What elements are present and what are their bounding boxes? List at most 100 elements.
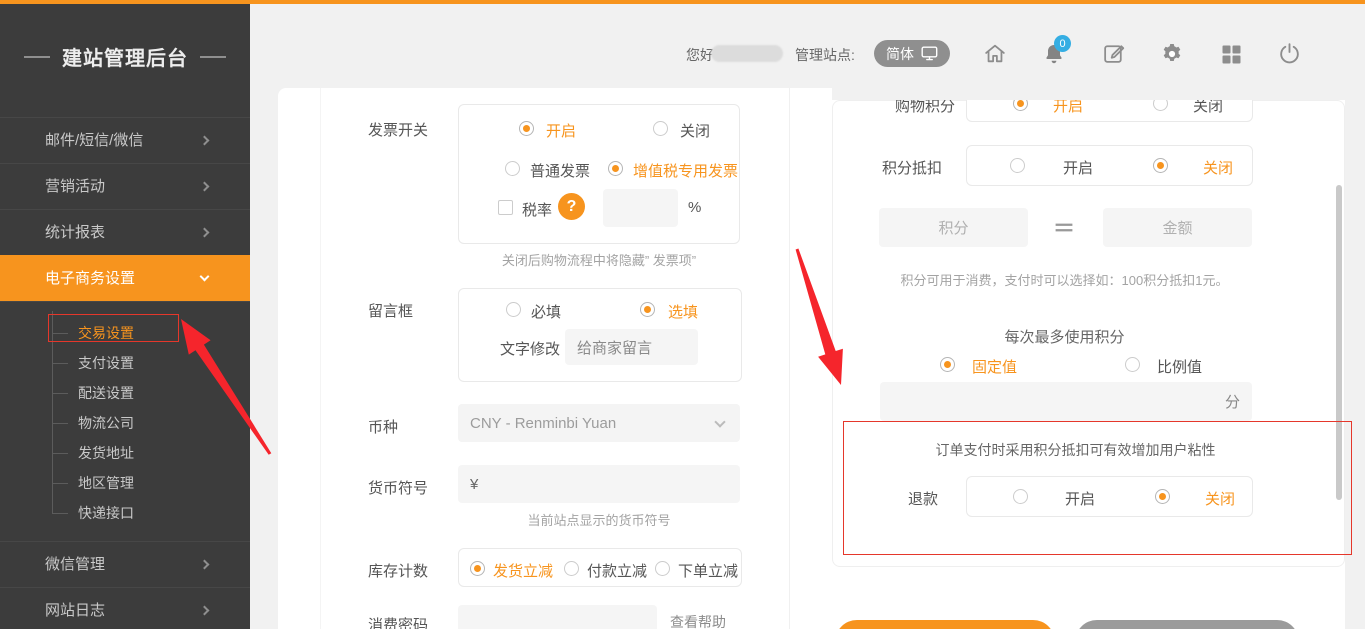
redacted-username — [711, 45, 783, 62]
points-deduct-on-label[interactable]: 开启 — [1063, 157, 1093, 178]
amount-input[interactable]: 金额 — [1103, 208, 1252, 247]
percent-sign: % — [688, 199, 701, 216]
sidebar-item-statistics[interactable]: 统计报表 — [0, 209, 250, 255]
tax-rate-input[interactable] — [603, 189, 678, 227]
points-deduct-off-radio[interactable] — [1153, 158, 1168, 173]
title-dash-right — [200, 56, 226, 58]
invoice-on-label[interactable]: 开启 — [546, 120, 576, 141]
sidebar-item-site-logs[interactable]: 网站日志 — [0, 587, 250, 629]
text-edit-label: 文字修改 — [500, 338, 560, 359]
invoice-hint: 关闭后购物流程中将隐藏” 发票项” — [458, 250, 740, 269]
sidebar-item-wechat-management[interactable]: 微信管理 — [0, 541, 250, 587]
points-usage-hint: 积分可用于消费，支付时可以选择如：100积分抵扣1元。 — [832, 270, 1297, 289]
points-switch-on-label[interactable]: 开启 — [1053, 100, 1083, 116]
language-switch-button[interactable]: 简体 — [874, 40, 950, 67]
points-deduct-off-label[interactable]: 关闭 — [1203, 157, 1233, 178]
max-points-title: 每次最多使用积分 — [832, 326, 1297, 347]
admin-page: 建站管理后台 邮件/短信/微信 营销活动 统计报表 电子商务设置 交易 — [0, 0, 1365, 629]
sidebar-subitem-delivery-settings[interactable]: 配送设置 — [78, 378, 250, 408]
sidebar-subitem-shipping-address[interactable]: 发货地址 — [78, 438, 250, 468]
inventory-pay-radio[interactable] — [564, 561, 579, 576]
currency-value: CNY - Renminbi Yuan — [470, 415, 616, 432]
consume-password-label: 消费密码 — [368, 614, 428, 629]
refund-off-radio[interactable] — [1155, 489, 1170, 504]
invoice-off-radio[interactable] — [653, 121, 668, 136]
message-text-input[interactable]: 给商家留言 — [565, 329, 698, 365]
invoice-switch-label: 发票开关 — [368, 119, 428, 140]
points-switch-off-label[interactable]: 关闭 — [1193, 100, 1223, 116]
points-switch-label: 购物积分 — [895, 100, 955, 116]
refund-label: 退款 — [908, 488, 938, 509]
consume-password-input[interactable] — [458, 605, 657, 629]
ratio-value-radio[interactable] — [1125, 357, 1140, 372]
invoice-on-radio[interactable] — [519, 121, 534, 136]
points-input[interactable]: 积分 — [879, 208, 1028, 247]
sidebar-subitem-payment-settings[interactable]: 支付设置 — [78, 348, 250, 378]
app-title: 建站管理后台 — [62, 42, 188, 71]
currency-symbol-label: 货币符号 — [368, 477, 428, 498]
sidebar: 建站管理后台 邮件/短信/微信 营销活动 统计报表 电子商务设置 交易 — [0, 4, 250, 629]
refund-off-label[interactable]: 关闭 — [1205, 488, 1235, 509]
vat-invoice-label[interactable]: 增值税专用发票 — [633, 160, 738, 181]
greeting-text: 您好 — [686, 45, 714, 65]
power-icon[interactable] — [1277, 41, 1302, 66]
sidebar-item-label: 网站日志 — [45, 602, 105, 619]
normal-invoice-label[interactable]: 普通发票 — [530, 160, 590, 181]
sidebar-subitem-logistics-company[interactable]: 物流公司 — [78, 408, 250, 438]
message-optional-radio[interactable] — [640, 302, 655, 317]
invoice-off-label[interactable]: 关闭 — [680, 120, 710, 141]
inventory-pay-label[interactable]: 付款立减 — [587, 560, 647, 581]
sidebar-subitem-express-api[interactable]: 快递接口 — [78, 498, 250, 528]
normal-invoice-radio[interactable] — [505, 161, 520, 176]
chevron-right-icon — [200, 182, 210, 192]
sidebar-item-mail-sms-wechat[interactable]: 邮件/短信/微信 — [0, 117, 250, 163]
inventory-order-radio[interactable] — [655, 561, 670, 576]
refund-on-label[interactable]: 开启 — [1065, 488, 1095, 509]
inner-left-divider — [320, 88, 321, 629]
fixed-value-radio[interactable] — [940, 357, 955, 372]
secondary-action-button[interactable] — [1075, 620, 1299, 629]
gear-icon[interactable] — [1160, 42, 1184, 66]
inventory-ship-radio[interactable] — [470, 561, 485, 576]
tax-rate-checkbox[interactable] — [498, 200, 513, 215]
monitor-icon — [921, 46, 938, 61]
currency-select[interactable]: CNY - Renminbi Yuan — [458, 404, 740, 442]
right-panel-top-gap — [832, 88, 1345, 100]
vat-invoice-radio[interactable] — [608, 161, 623, 176]
currency-symbol-input[interactable]: ¥ — [458, 465, 740, 503]
view-help-link[interactable]: 查看帮助 — [670, 612, 726, 629]
refund-on-radio[interactable] — [1013, 489, 1028, 504]
fixed-value-label[interactable]: 固定值 — [972, 356, 1017, 377]
help-question-icon[interactable]: ? — [558, 193, 585, 220]
inventory-order-label[interactable]: 下单立减 — [678, 560, 738, 581]
tax-rate-label[interactable]: 税率 — [522, 199, 552, 220]
sidebar-item-marketing[interactable]: 营销活动 — [0, 163, 250, 209]
inventory-ship-label[interactable]: 发货立减 — [493, 560, 553, 581]
points-switch-row-clipped: 购物积分 开启 关闭 — [832, 100, 1345, 124]
chevron-right-icon — [200, 136, 210, 146]
currency-symbol-hint: 当前站点显示的货币符号 — [458, 510, 740, 529]
title-dash-left — [24, 56, 50, 58]
apps-grid-icon[interactable] — [1219, 42, 1243, 66]
sidebar-item-ecommerce-settings[interactable]: 电子商务设置 — [0, 255, 250, 301]
chevron-right-icon — [200, 228, 210, 238]
home-icon[interactable] — [982, 41, 1008, 66]
sidebar-subitem-trade-settings[interactable]: 交易设置 — [78, 318, 250, 348]
chevron-right-icon — [200, 606, 210, 616]
message-required-label[interactable]: 必填 — [531, 301, 561, 322]
sidebar-subitem-region-management[interactable]: 地区管理 — [78, 468, 250, 498]
chevron-down-icon — [200, 272, 210, 282]
equals-sign: ＝ — [1053, 211, 1075, 243]
message-required-radio[interactable] — [506, 302, 521, 317]
ratio-value-label[interactable]: 比例值 — [1157, 356, 1202, 377]
points-deduct-on-radio[interactable] — [1010, 158, 1025, 173]
primary-action-button[interactable] — [835, 620, 1055, 629]
max-points-input[interactable]: 分 — [880, 382, 1252, 421]
message-optional-label[interactable]: 选填 — [668, 301, 698, 322]
inventory-count-label: 库存计数 — [368, 560, 428, 581]
edit-icon[interactable] — [1101, 41, 1127, 66]
chevron-right-icon — [200, 560, 210, 570]
vertical-scrollbar[interactable] — [1336, 185, 1342, 500]
sidebar-menu: 邮件/短信/微信 营销活动 统计报表 电子商务设置 交易设置 支付设置 配送设置… — [0, 117, 250, 629]
manage-site-label: 管理站点: — [795, 45, 855, 65]
